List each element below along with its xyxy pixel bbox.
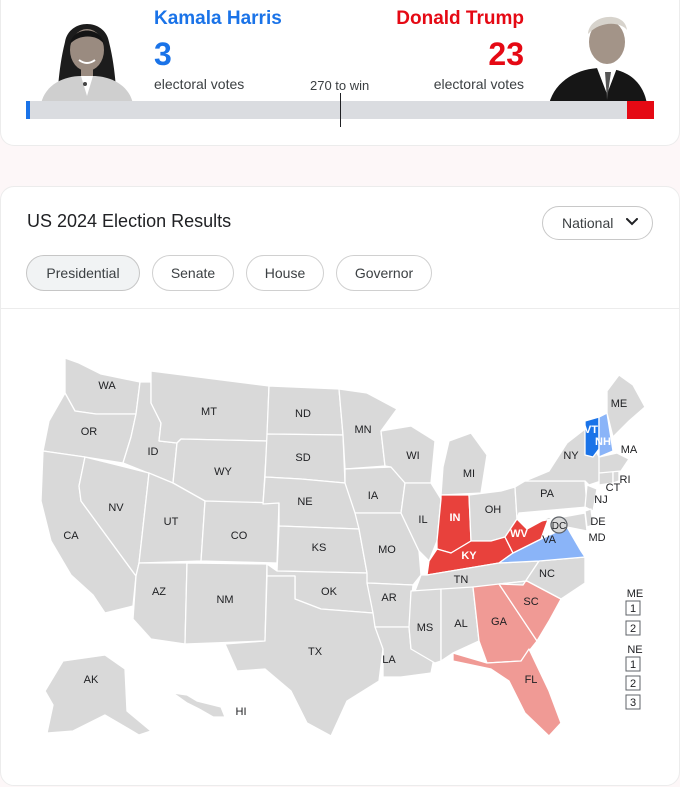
label-RI: RI: [620, 474, 631, 486]
label-IL: IL: [418, 514, 427, 526]
label-KY: KY: [461, 550, 477, 562]
label-VA: VA: [542, 534, 557, 546]
label-TN: TN: [454, 574, 469, 586]
label-NV: NV: [108, 502, 124, 514]
label-ME: ME: [611, 398, 628, 410]
label-FL: FL: [525, 674, 538, 686]
label-OK: OK: [321, 586, 338, 598]
label-AL: AL: [454, 618, 467, 630]
label-MI: MI: [463, 468, 475, 480]
trump-progress-fill: [627, 101, 654, 119]
label-VT: VT: [584, 424, 598, 436]
district-legend: ME 1 2 NE 1 2 3: [625, 588, 644, 710]
label-SD: SD: [295, 452, 310, 464]
label-MD: MD: [588, 532, 605, 544]
label-ND: ND: [295, 408, 311, 420]
label-WV: WV: [510, 528, 528, 540]
trump-votes-label: electoral votes: [433, 76, 524, 92]
election-results-card: US 2024 Election Results National Presid…: [0, 186, 680, 786]
label-CA: CA: [63, 530, 79, 542]
label-MT: MT: [201, 406, 217, 418]
label-NJ: NJ: [594, 494, 607, 506]
label-WA: WA: [98, 380, 116, 392]
win-threshold-marker: [340, 93, 341, 127]
label-TX: TX: [308, 646, 323, 658]
label-AZ: AZ: [152, 586, 166, 598]
harris-vote-count: 3: [154, 36, 172, 72]
state-AK[interactable]: [44, 654, 152, 736]
label-IN: IN: [450, 512, 461, 524]
label-NH: NH: [595, 436, 611, 448]
label-MS: MS: [417, 622, 434, 634]
label-HI: HI: [236, 706, 247, 718]
label-MA: MA: [621, 444, 638, 456]
ne-district-2: 2: [630, 678, 636, 690]
label-SC: SC: [523, 596, 538, 608]
state-MI[interactable]: [440, 432, 488, 496]
label-NE: NE: [297, 496, 312, 508]
label-ID: ID: [148, 446, 159, 458]
state-PA[interactable]: [514, 480, 588, 520]
harris-name: Kamala Harris: [154, 8, 282, 29]
trump-photo: [545, 4, 649, 104]
label-MO: MO: [378, 544, 396, 556]
label-PA: PA: [540, 488, 555, 500]
label-DC: DC: [552, 521, 566, 532]
label-WY: WY: [214, 466, 232, 478]
label-DE: DE: [590, 516, 605, 528]
harris-photo: [35, 4, 139, 104]
harris-votes-label: electoral votes: [154, 76, 245, 92]
label-AR: AR: [381, 592, 396, 604]
label-OH: OH: [485, 504, 502, 516]
me-district-label: ME: [627, 588, 644, 600]
label-OR: OR: [81, 426, 98, 438]
label-CO: CO: [231, 530, 248, 542]
state-HI[interactable]: [172, 692, 226, 718]
label-MN: MN: [354, 424, 371, 436]
ne-district-3: 3: [630, 697, 636, 709]
label-WI: WI: [406, 450, 419, 462]
label-LA: LA: [382, 654, 396, 666]
harris-progress-fill: [26, 101, 30, 119]
label-IA: IA: [368, 490, 379, 502]
me-district-2: 2: [630, 623, 636, 635]
trump-vote-count: 23: [488, 36, 524, 72]
label-CT: CT: [606, 482, 621, 494]
label-GA: GA: [491, 616, 508, 628]
state-AR[interactable]: [366, 582, 414, 628]
us-electoral-map: WA OR CA ID NV MT WY UT AZ CO NM ND SD N…: [40, 357, 646, 737]
electoral-scoreboard: Kamala Harris 3 electoral votes Donald T…: [0, 0, 680, 146]
state-AZ[interactable]: [132, 562, 188, 645]
label-AK: AK: [84, 674, 99, 686]
to-win-label: 270 to win: [310, 78, 370, 93]
me-district-1: 1: [630, 603, 636, 615]
state-FL[interactable]: [452, 648, 562, 737]
label-NC: NC: [539, 568, 555, 580]
trump-name: Donald Trump: [396, 8, 524, 29]
ne-district-label: NE: [627, 644, 642, 656]
ne-district-1: 1: [630, 659, 636, 671]
state-MA[interactable]: [598, 452, 630, 474]
label-NY: NY: [563, 450, 579, 462]
label-UT: UT: [164, 516, 179, 528]
label-NM: NM: [216, 594, 233, 606]
label-KS: KS: [312, 542, 327, 554]
